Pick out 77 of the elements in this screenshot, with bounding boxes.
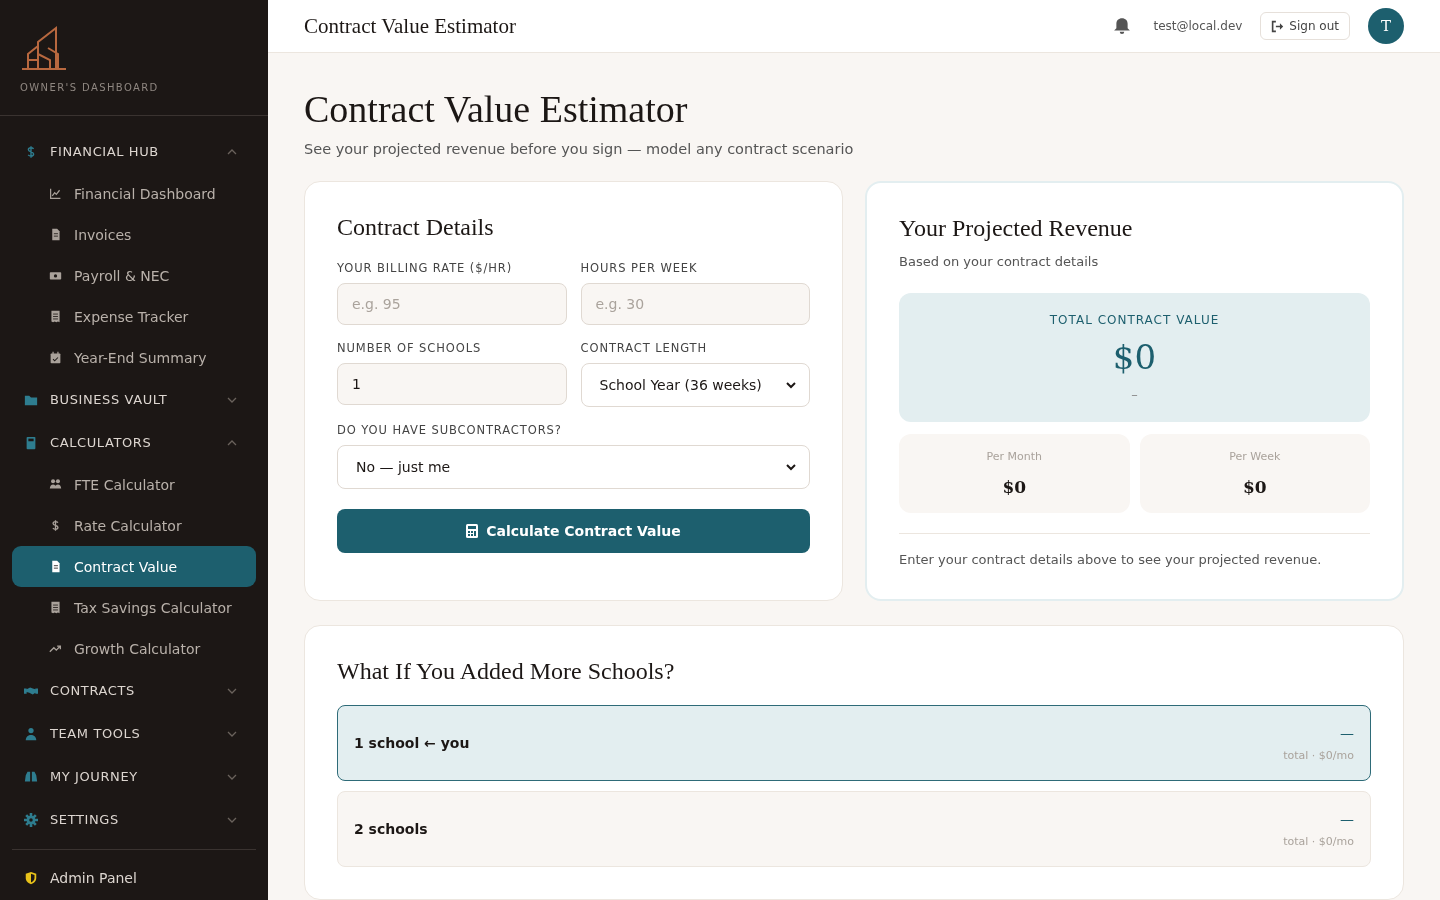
nav-item[interactable]: Payroll & NEC — [12, 255, 256, 296]
receipt-icon — [49, 601, 62, 614]
field-label: CONTRACT LENGTH — [580, 341, 709, 355]
field-label: HOURS PER WEEK — [580, 261, 699, 275]
calculate-button[interactable]: Calculate Contract Value — [337, 509, 810, 553]
scenario-total: total · $0/mo — [1283, 748, 1354, 762]
calculator-icon — [24, 435, 38, 450]
user-avatar[interactable]: T — [1368, 8, 1404, 44]
nav-item[interactable]: Rate Calculator — [12, 505, 256, 546]
nav-item[interactable]: Growth Calculator — [12, 628, 256, 669]
field-label: DO YOU HAVE SUBCONTRACTORS? — [337, 423, 563, 437]
input-field[interactable]: 1 — [337, 363, 567, 405]
total-value: $0 — [1112, 337, 1157, 377]
nav-section[interactable]: SETTINGS — [12, 798, 256, 841]
scenario-label: 2 schools — [354, 821, 429, 837]
nav-section[interactable]: MY JOURNEY — [12, 755, 256, 798]
nav-item[interactable]: Financial Dashboard — [12, 173, 256, 214]
scenario-label: 1 school ← you — [354, 735, 471, 751]
brand-name: OWNER'S DASHBOARD — [20, 82, 160, 93]
input-field[interactable]: e.g. 95 — [337, 283, 567, 325]
document-icon — [49, 560, 62, 573]
nav-item[interactable]: Tax Savings Calculator — [12, 587, 256, 628]
input-field[interactable]: e.g. 30 — [580, 283, 810, 325]
shield-icon — [24, 871, 38, 885]
person-icon — [24, 726, 38, 741]
total-note: – — [1131, 387, 1138, 402]
user-email: test@local.dev — [1153, 19, 1243, 33]
scenario-total: total · $0/mo — [1283, 834, 1354, 848]
dropdown[interactable]: No — just me — [337, 445, 810, 489]
chevron-down-icon — [785, 379, 797, 391]
page-title: Contract Value Estimator — [304, 87, 689, 131]
stat-value: $0 — [1002, 477, 1027, 497]
nav-section[interactable]: BUSINESS VAULT — [12, 378, 256, 421]
receipt-icon — [49, 310, 62, 323]
nav-item[interactable]: Expense Tracker — [12, 296, 256, 337]
document-icon — [49, 228, 62, 241]
building-logo — [20, 24, 68, 72]
nav-section[interactable]: CONTRACTS — [12, 669, 256, 712]
page-subtitle: See your projected revenue before you sign — model any contract scenario — [304, 141, 855, 157]
people-icon — [49, 478, 62, 491]
stat-label: Per Week — [1229, 450, 1281, 463]
sign-out-button[interactable]: Sign out — [1260, 12, 1350, 40]
card-title: Contract Details — [337, 214, 495, 241]
stat-value: $0 — [1242, 477, 1267, 497]
trend-icon — [49, 642, 62, 655]
calculator-icon — [466, 524, 479, 538]
nav-section[interactable]: CALCULATORS — [12, 421, 256, 464]
nav-item[interactable]: Invoices — [12, 214, 256, 255]
revenue-note: Enter your contract details above to see your projected revenue. — [899, 533, 1370, 567]
settings-icon — [24, 812, 38, 827]
nav-item[interactable]: FTE Calculator — [12, 464, 256, 505]
stat-label: Per Month — [986, 450, 1042, 463]
banknote-icon — [49, 269, 62, 282]
calendar-icon — [49, 351, 62, 364]
dropdown[interactable]: School Year (36 weeks) — [580, 363, 810, 407]
admin-panel-link[interactable]: Admin Panel — [12, 849, 256, 900]
line-chart-icon — [49, 187, 62, 200]
scenario-row[interactable]: 1 school ← you — total · $0/mo — [337, 705, 1371, 781]
card-title: What If You Added More Schools? — [337, 658, 676, 685]
chevron-down-icon — [785, 461, 797, 473]
bell-icon[interactable] — [1113, 17, 1132, 35]
dollar-icon — [49, 519, 62, 532]
scenario-row[interactable]: 2 schools — total · $0/mo — [337, 791, 1371, 867]
card-title: Your Projected Revenue — [899, 215, 1134, 242]
nav-section[interactable]: TEAM TOOLS — [12, 712, 256, 755]
header-title: Contract Value Estimator — [304, 13, 517, 39]
sign-out-icon — [1271, 19, 1285, 33]
scenario-value: — — [1340, 810, 1354, 827]
field-label: NUMBER OF SCHOOLS — [337, 341, 483, 355]
nav-item[interactable]: Year-End Summary — [12, 337, 256, 378]
card-subtitle: Based on your contract details — [899, 254, 1100, 269]
total-label: TOTAL CONTRACT VALUE — [1049, 313, 1220, 327]
nav-section[interactable]: FINANCIAL HUB — [12, 130, 256, 173]
field-label: YOUR BILLING RATE ($/HR) — [337, 261, 513, 275]
binoculars-icon — [24, 769, 38, 784]
nav-item[interactable]: Contract Value — [12, 546, 256, 587]
scenario-value: — — [1340, 724, 1354, 741]
